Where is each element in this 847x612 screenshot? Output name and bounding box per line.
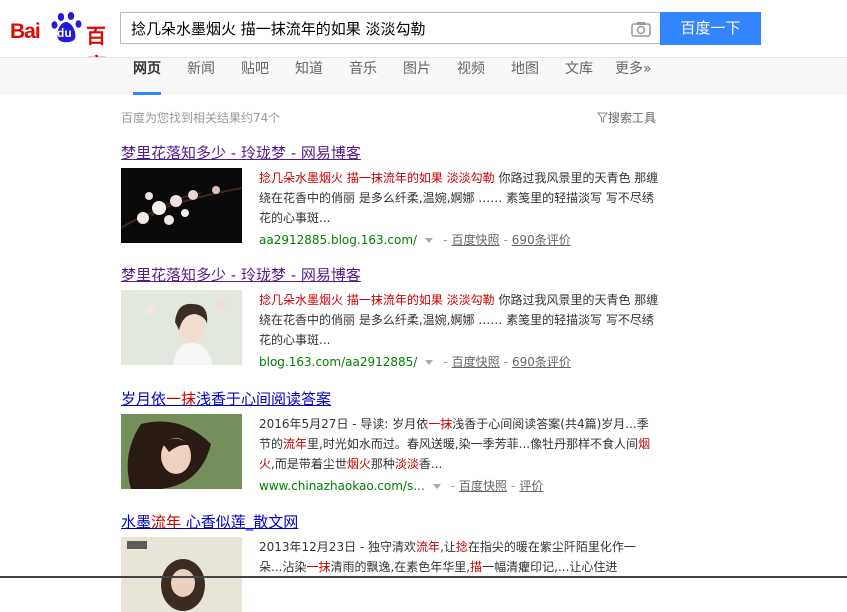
tab-more[interactable]: 更多» [615, 58, 652, 95]
result-count: 百度为您找到相关结果约74个 [121, 111, 281, 125]
result-abstract: 捻几朵水墨烟火 描一抹流年的如果 淡淡勾勒 你路过我风景里的天青色 那缠绕在花香… [259, 290, 659, 350]
result-abstract: 2016年5月27日 - 导读: 岁月依一抹浅香于心间阅读答案(共4篇)岁月..… [259, 417, 651, 471]
logo-bai: Bai [10, 20, 41, 43]
comments-link[interactable]: 690条评价 [512, 233, 571, 247]
baidu-logo[interactable]: Bai du 百度 [10, 8, 112, 77]
filter-icon [596, 112, 609, 123]
result-abstract: 2013年12月23日 - 独守清欢流年,让捻在指尖的暖在紫尘阡陌里化作一朵..… [259, 540, 636, 574]
result-title[interactable]: 梦里花落知多少 - 玲珑梦 - 网易博客 [121, 264, 661, 285]
tab-images[interactable]: 图片 [403, 58, 431, 95]
result-thumbnail[interactable] [121, 537, 242, 612]
search-tools-label: 搜索工具 [608, 111, 657, 125]
snapshot-link[interactable]: 百度快照 [451, 233, 499, 247]
dropdown-arrow-icon[interactable] [425, 360, 434, 365]
search-tools[interactable]: 搜索工具 [596, 109, 657, 126]
search-input[interactable] [129, 13, 623, 45]
tab-video[interactable]: 视频 [457, 58, 485, 95]
result-abstract: 捻几朵水墨烟火 描一抹流年的如果 淡淡勾勒 你路过我风景里的天青色 那缠绕在花香… [259, 168, 659, 228]
tab-tieba[interactable]: 贴吧 [241, 58, 269, 95]
result-thumbnail[interactable] [121, 290, 242, 365]
result-title[interactable]: 梦里花落知多少 - 玲珑梦 - 网易博客 [121, 142, 661, 163]
search-result: 水墨流年 心香似莲_散文网 2013年12月23日 - 独守清欢流年,让捻在指尖… [121, 511, 661, 612]
search-box [120, 12, 660, 45]
result-url[interactable]: www.chinazhaokao.com/s... [259, 479, 425, 493]
tab-map[interactable]: 地图 [511, 58, 539, 95]
camera-icon[interactable] [631, 21, 651, 37]
header: Bai du 百度 百度一下 [0, 0, 847, 77]
tab-web[interactable]: 网页 [133, 58, 161, 95]
dropdown-arrow-icon[interactable] [425, 238, 434, 243]
ink-painting-image [121, 537, 242, 612]
search-result: 梦里花落知多少 - 玲珑梦 - 网易博客 捻几朵水墨烟火 描一抹流年的如果 淡淡… [121, 142, 661, 247]
snapshot-link[interactable]: 百度快照 [459, 479, 507, 493]
girl-greenery-image [121, 414, 242, 489]
tab-news[interactable]: 新闻 [187, 58, 215, 95]
search-result: 岁月依一抹浅香于心间阅读答案 2016年5月27日 - 导读: 岁月依一抹浅香于… [121, 388, 661, 493]
result-title[interactable]: 岁月依一抹浅香于心间阅读答案 [121, 388, 661, 409]
comments-link[interactable]: 评价 [519, 479, 543, 493]
tab-zhidao[interactable]: 知道 [295, 58, 323, 95]
snapshot-link[interactable]: 百度快照 [452, 355, 500, 369]
result-title[interactable]: 水墨流年 心香似莲_散文网 [121, 511, 661, 532]
logo-du: du [57, 26, 72, 40]
girl-portrait-image [121, 290, 242, 365]
tab-wenku[interactable]: 文库 [565, 58, 593, 95]
blossom-image [121, 168, 242, 243]
result-url-row: aa2912885.blog.163.com/- 百度快照 -690条评价 [259, 233, 571, 247]
tab-music[interactable]: 音乐 [349, 58, 377, 95]
result-url[interactable]: aa2912885.blog.163.com/ [259, 233, 417, 247]
result-url-row: blog.163.com/aa2912885/- 百度快照 -690条评价 [259, 355, 571, 369]
comments-link[interactable]: 690条评价 [512, 355, 571, 369]
result-url-row: www.chinazhaokao.com/s... - 百度快照 - 评价 [259, 479, 544, 493]
abstract-highlight: 捻几朵水墨烟火 描一抹流年的如果 淡淡勾勒 [259, 293, 495, 307]
search-result: 梦里花落知多少 - 玲珑梦 - 网易博客 捻几朵水墨烟火 描一抹流年的如果 淡淡… [121, 264, 661, 369]
dropdown-arrow-icon[interactable] [432, 484, 441, 489]
result-thumbnail[interactable] [121, 414, 242, 489]
result-url[interactable]: blog.163.com/aa2912885/ [259, 355, 417, 369]
search-button[interactable]: 百度一下 [660, 12, 761, 45]
abstract-highlight: 捻几朵水墨烟火 描一抹流年的如果 淡淡勾勒 [259, 171, 495, 185]
nav-bar: 网页 新闻 贴吧 知道 音乐 图片 视频 地图 文库 更多» [0, 57, 847, 95]
result-thumbnail[interactable] [121, 168, 242, 243]
